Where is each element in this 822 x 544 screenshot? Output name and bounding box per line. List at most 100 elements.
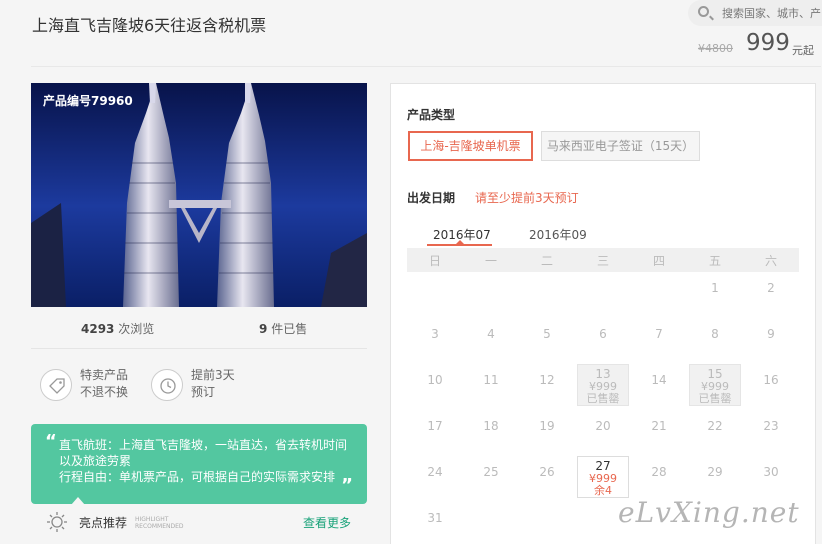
calendar-day-avail[interactable]: 27 ¥999 余4	[577, 456, 629, 498]
calendar-day: 25	[465, 456, 517, 498]
booking-panel: 产品类型 上海-吉隆坡单机票 马来西亚电子签证（15天） 出发日期 请至少提前3…	[390, 83, 816, 544]
petronas-towers-image	[31, 83, 367, 307]
day-number: 18	[483, 419, 499, 433]
calendar-day: 18	[465, 410, 517, 452]
search-box[interactable]: 搜索国家、城市、产	[688, 0, 822, 26]
day-number: 12	[539, 373, 555, 387]
calendar-day: 26	[521, 456, 573, 498]
calendar-day: 14	[633, 364, 685, 406]
page-title: 上海直飞吉隆坡6天往返含税机票	[32, 16, 267, 35]
day-number: 13	[595, 367, 611, 381]
weekday-label: 六	[764, 254, 777, 268]
calendar-day: 11	[465, 364, 517, 406]
product-code: 产品编号79960	[43, 94, 133, 108]
day-number: 16	[763, 373, 779, 387]
option-visa[interactable]: 马来西亚电子签证（15天）	[541, 131, 700, 161]
divider	[31, 66, 821, 67]
day-number: 8	[711, 327, 719, 341]
weekday-label: 日	[428, 254, 441, 268]
calendar-day: 21	[633, 410, 685, 452]
calendar-day: 23	[745, 410, 797, 452]
calendar-day: 3	[409, 318, 461, 360]
day-status: 已售罄	[586, 392, 620, 405]
day-number: 5	[543, 327, 551, 341]
calendar-day: 22	[689, 410, 741, 452]
calendar-day: 10	[409, 364, 461, 406]
calendar-day: 20	[577, 410, 629, 452]
day-number: 25	[483, 465, 499, 479]
feature-line2: 预订	[191, 385, 216, 399]
open-quote-icon: “	[45, 431, 57, 452]
day-number: 26	[539, 465, 555, 479]
search-input[interactable]: 搜索国家、城市、产	[722, 5, 821, 21]
day-number: 10	[427, 373, 443, 387]
current-price: 999	[746, 30, 790, 56]
day-number: 6	[599, 327, 607, 341]
day-number: 1	[711, 281, 719, 295]
watermark: eLvXing.net	[618, 496, 800, 529]
view-more-link[interactable]: 查看更多	[303, 514, 351, 531]
day-number: 23	[763, 419, 779, 433]
day-number: 15	[707, 367, 723, 381]
day-number: 19	[539, 419, 555, 433]
sold-count: 9 件已售	[259, 322, 308, 336]
calendar-day: 8	[689, 318, 741, 360]
highlight-footer: 亮点推荐 HIGHLIGHT RECOMMENDED 查看更多	[46, 511, 367, 533]
active-tab-indicator	[427, 244, 492, 246]
day-number: 29	[707, 465, 723, 479]
tag-icon	[40, 369, 72, 401]
calendar-day: 17	[409, 410, 461, 452]
day-number: 24	[427, 465, 443, 479]
product-type-label: 产品类型	[407, 108, 456, 122]
weekday-label: 四	[652, 254, 665, 268]
calendar-day: 6	[577, 318, 629, 360]
departure-date-label: 出发日期	[407, 191, 456, 205]
calendar-day: 19	[521, 410, 573, 452]
day-number: 22	[707, 419, 723, 433]
day-number: 30	[763, 465, 779, 479]
calendar-day: 4	[465, 318, 517, 360]
highlight-box: “ 直飞航班：上海直飞吉隆坡，一站直达，省去转机时间以及旅途劳累 行程自由：单机…	[31, 424, 367, 504]
clock-icon	[151, 369, 183, 401]
calendar-day-soldout: 13 ¥999 已售罄	[577, 364, 629, 406]
close-quote-icon: ”	[341, 475, 353, 496]
advance-booking-note: 请至少提前3天预订	[475, 191, 579, 205]
divider	[31, 348, 367, 349]
day-number: 11	[483, 373, 499, 387]
calendar-day: 29	[689, 456, 741, 498]
weekday-label: 五	[708, 254, 721, 268]
product-photo: 产品编号79960	[31, 83, 367, 307]
day-number: 28	[651, 465, 667, 479]
search-icon[interactable]	[698, 6, 709, 17]
calendar-day: 5	[521, 318, 573, 360]
highlight-label: 亮点推荐	[79, 516, 128, 530]
calendar-day: 1	[689, 272, 741, 314]
day-number: 20	[595, 419, 611, 433]
day-number: 3	[431, 327, 439, 341]
option-flight[interactable]: 上海-吉隆坡单机票	[408, 131, 533, 161]
calendar-day: 7	[633, 318, 685, 360]
feature-line1: 特卖产品	[80, 368, 129, 382]
tab-month-09[interactable]: 2016年09	[529, 226, 587, 243]
calendar-day-soldout: 15 ¥999 已售罄	[689, 364, 741, 406]
views-count: 4293 次浏览	[81, 322, 155, 336]
feature-line2: 不退不换	[80, 385, 129, 399]
original-price: ¥4800	[698, 42, 733, 55]
day-number: 31	[427, 511, 443, 525]
calendar-day: 30	[745, 456, 797, 498]
day-number: 4	[487, 327, 495, 341]
sun-icon	[47, 512, 67, 532]
day-number: 27	[595, 459, 611, 473]
calendar-day: 16	[745, 364, 797, 406]
feature-line1: 提前3天	[191, 368, 235, 382]
calendar-day: 2	[745, 272, 797, 314]
highlight-line: 行程自由：单机票产品，可根据自己的实际需求安排	[59, 470, 336, 484]
weekday-label: 一	[484, 254, 497, 268]
calendar-day: 28	[633, 456, 685, 498]
day-status: 已售罄	[698, 392, 732, 405]
day-number: 7	[655, 327, 663, 341]
highlight-label-en: HIGHLIGHT RECOMMENDED	[135, 516, 184, 530]
price-unit: 元起	[792, 44, 814, 57]
weekday-label: 二	[540, 254, 553, 268]
day-number: 9	[767, 327, 775, 341]
